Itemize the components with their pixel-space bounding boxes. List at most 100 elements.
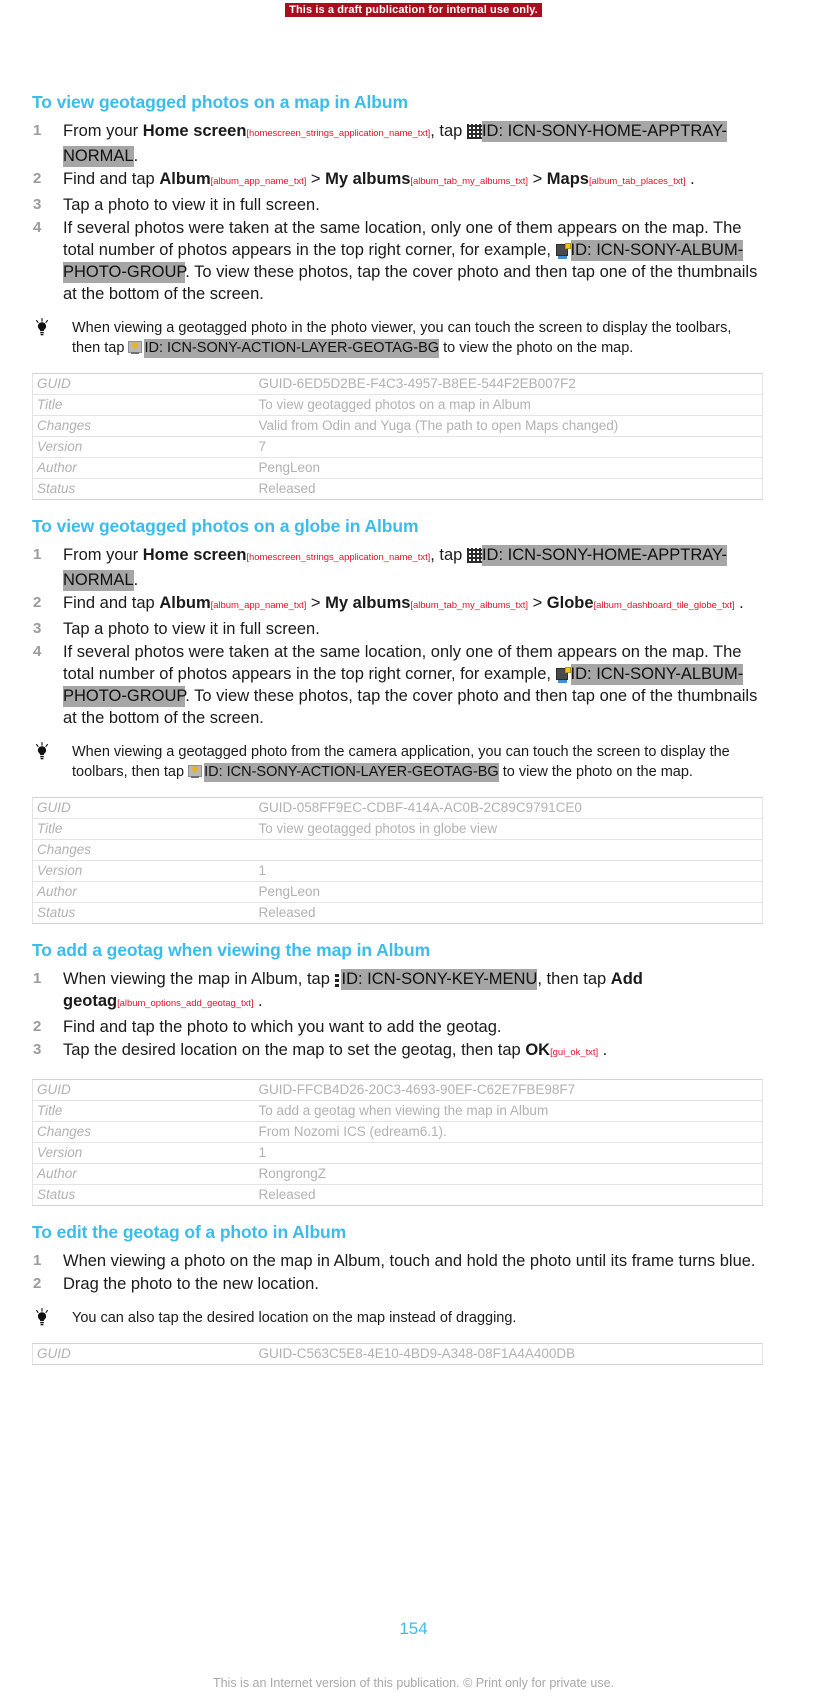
icon-id-placeholder: ID: ICN-SONY-ACTION-LAYER-GEOTAG-BG — [204, 763, 499, 782]
step-number: 2 — [33, 594, 42, 611]
action-layer-geotag-icon — [188, 764, 204, 779]
step-number: 1 — [33, 122, 42, 139]
metadata-key: Title — [32, 818, 255, 840]
text-run: When viewing a photo on the map in Album… — [63, 1252, 756, 1270]
text-run: . — [133, 147, 139, 165]
metadata-value: PengLeon — [254, 881, 763, 903]
step-text: If several photos were taken at the same… — [63, 219, 757, 303]
album-photo-group-icon — [555, 667, 571, 683]
procedure-section: To edit the geotag of a photo in Album 1 W… — [32, 1222, 763, 1381]
step-item: 1 When viewing a photo on the map in Albu… — [32, 1250, 763, 1272]
metadata-key: Title — [32, 1100, 255, 1122]
action-layer-geotag-icon — [128, 340, 144, 355]
table-row: Author RongrongZ — [32, 1163, 763, 1185]
step-item: 3 Tap a photo to view it in full screen. — [32, 194, 763, 216]
topic-metadata-table: GUID GUID-6ED5D2BE-F4C3-4957-B8EE-544F2EB… — [32, 373, 763, 500]
table-row: Changes From Nozomi ICS (edream6.1). — [32, 1121, 763, 1143]
tip-lightbulb-icon — [33, 1308, 51, 1328]
step-number: 4 — [33, 643, 42, 660]
topic-metadata-table: GUID GUID-C563C5E8-4E10-4BD9-A348-08F1A4A… — [32, 1343, 763, 1365]
draft-banner-text: This is a draft publication for internal… — [285, 3, 542, 17]
metadata-key: Status — [37, 481, 76, 496]
string-id-annotation: [album_dashboard_tile_globe_txt] — [593, 600, 735, 611]
metadata-value: 1 — [254, 1142, 763, 1164]
step-item: 4 If several photos were taken at the sam… — [32, 217, 763, 305]
metadata-value: To view geotagged photos in globe view — [254, 818, 763, 840]
metadata-value: To add a geotag when viewing the map in … — [254, 1100, 763, 1122]
step-text: Drag the photo to the new location. — [63, 1275, 319, 1293]
step-text: When viewing a photo on the map in Album… — [63, 1252, 756, 1270]
metadata-value: GUID-058FF9EC-CDBF-414A-AC0B-2C89C9791CE… — [254, 797, 763, 819]
metadata-key: Author — [32, 881, 255, 903]
step-item: 2 Drag the photo to the new location. — [32, 1273, 763, 1295]
text-run: You can also tap the desired location on… — [72, 1310, 517, 1326]
metadata-value — [254, 839, 763, 861]
text-run: Tap the desired location on the map to s… — [63, 1041, 526, 1059]
table-row: Status Released — [33, 1185, 763, 1206]
metadata-key: Author — [32, 1163, 255, 1185]
metadata-key: GUID — [37, 1346, 71, 1361]
text-run: , tap — [430, 546, 467, 564]
ui-label: Home screen — [142, 122, 247, 140]
metadata-key: Version — [32, 1142, 255, 1164]
text-run: Tap a photo to view it in full screen. — [63, 196, 320, 214]
string-id-annotation: [album_tab_places_txt] — [588, 176, 686, 187]
text-run: From your — [63, 546, 143, 564]
metadata-value: Released — [258, 905, 316, 920]
apptray-grid-icon — [466, 124, 482, 139]
ui-label: Album — [159, 594, 211, 612]
tip-text: When viewing a geotagged photo in the ph… — [72, 320, 731, 358]
table-row: GUID GUID-6ED5D2BE-F4C3-4957-B8EE-544F2EB… — [32, 373, 763, 395]
text-run: Find and tap — [63, 594, 160, 612]
tip-lightbulb-icon — [33, 742, 51, 762]
step-number: 2 — [33, 170, 42, 187]
album-photo-group-icon — [555, 243, 571, 259]
metadata-value: From Nozomi ICS (edream6.1). — [254, 1121, 763, 1143]
table-row: Status Released — [33, 479, 763, 500]
metadata-key: Changes — [32, 839, 255, 861]
section-heading: To view geotagged photos on a globe in A… — [32, 516, 419, 536]
text-run: Find and tap the photo to which you want… — [63, 1018, 502, 1036]
draft-banner: This is a draft publication for internal… — [0, 0, 827, 17]
step-list: 1 From your Home screen[homescreen_string… — [32, 120, 763, 305]
text-run: Drag the photo to the new location. — [63, 1275, 319, 1293]
table-row: Version 1 — [32, 860, 763, 882]
string-id-annotation: [album_tab_my_albums_txt] — [410, 176, 528, 187]
text-run: to view the photo on the map. — [439, 340, 634, 356]
footer-note: This is an Internet version of this publ… — [212, 1676, 615, 1690]
string-id-annotation: [album_options_add_geotag_txt] — [117, 998, 254, 1009]
step-text: From your Home screen[homescreen_strings… — [63, 545, 728, 591]
tip-note: You can also tap the desired location on… — [32, 1308, 763, 1328]
step-text: From your Home screen[homescreen_strings… — [63, 121, 728, 167]
ui-label: OK — [525, 1041, 551, 1059]
step-item: 2 Find and tap the photo to which you wan… — [32, 1016, 763, 1038]
step-number: 3 — [33, 196, 42, 213]
text-run: . — [734, 594, 744, 612]
metadata-value: GUID-FFCB4D26-20C3-4693-90EF-C62E7FBE98F… — [254, 1079, 763, 1101]
key-menu-icon — [334, 972, 341, 987]
icon-id-placeholder: ID: ICN-SONY-ACTION-LAYER-GEOTAG-BG — [144, 339, 440, 358]
step-number: 4 — [33, 219, 42, 236]
text-run: > — [527, 170, 547, 188]
step-text: Find and tap the photo to which you want… — [63, 1018, 501, 1036]
step-text: Tap a photo to view it in full screen. — [63, 620, 320, 638]
step-item: 1 From your Home screen[homescreen_string… — [32, 120, 763, 167]
metadata-key: Version — [32, 436, 255, 458]
table-row: Title To view geotagged photos in globe v… — [32, 818, 763, 840]
metadata-value: 1 — [254, 860, 763, 882]
table-row: Changes — [32, 839, 763, 861]
page-number: 154 — [399, 1619, 428, 1638]
string-id-annotation: [album_app_name_txt] — [210, 176, 307, 187]
step-text: Tap the desired location on the map to s… — [63, 1041, 607, 1059]
procedure-section: To view geotagged photos on a map in Alb… — [32, 92, 763, 516]
step-item: 2 Find and tap Album[album_app_name_txt] … — [32, 168, 763, 193]
ui-label: Maps — [546, 170, 589, 188]
step-item: 3 Tap the desired location on the map to … — [32, 1039, 763, 1064]
step-text: If several photos were taken at the same… — [63, 643, 757, 727]
section-heading: To edit the geotag of a photo in Album — [32, 1222, 347, 1242]
step-number: 2 — [33, 1018, 42, 1035]
step-text: Find and tap Album[album_app_name_txt] >… — [63, 594, 744, 612]
step-number: 1 — [33, 970, 42, 987]
